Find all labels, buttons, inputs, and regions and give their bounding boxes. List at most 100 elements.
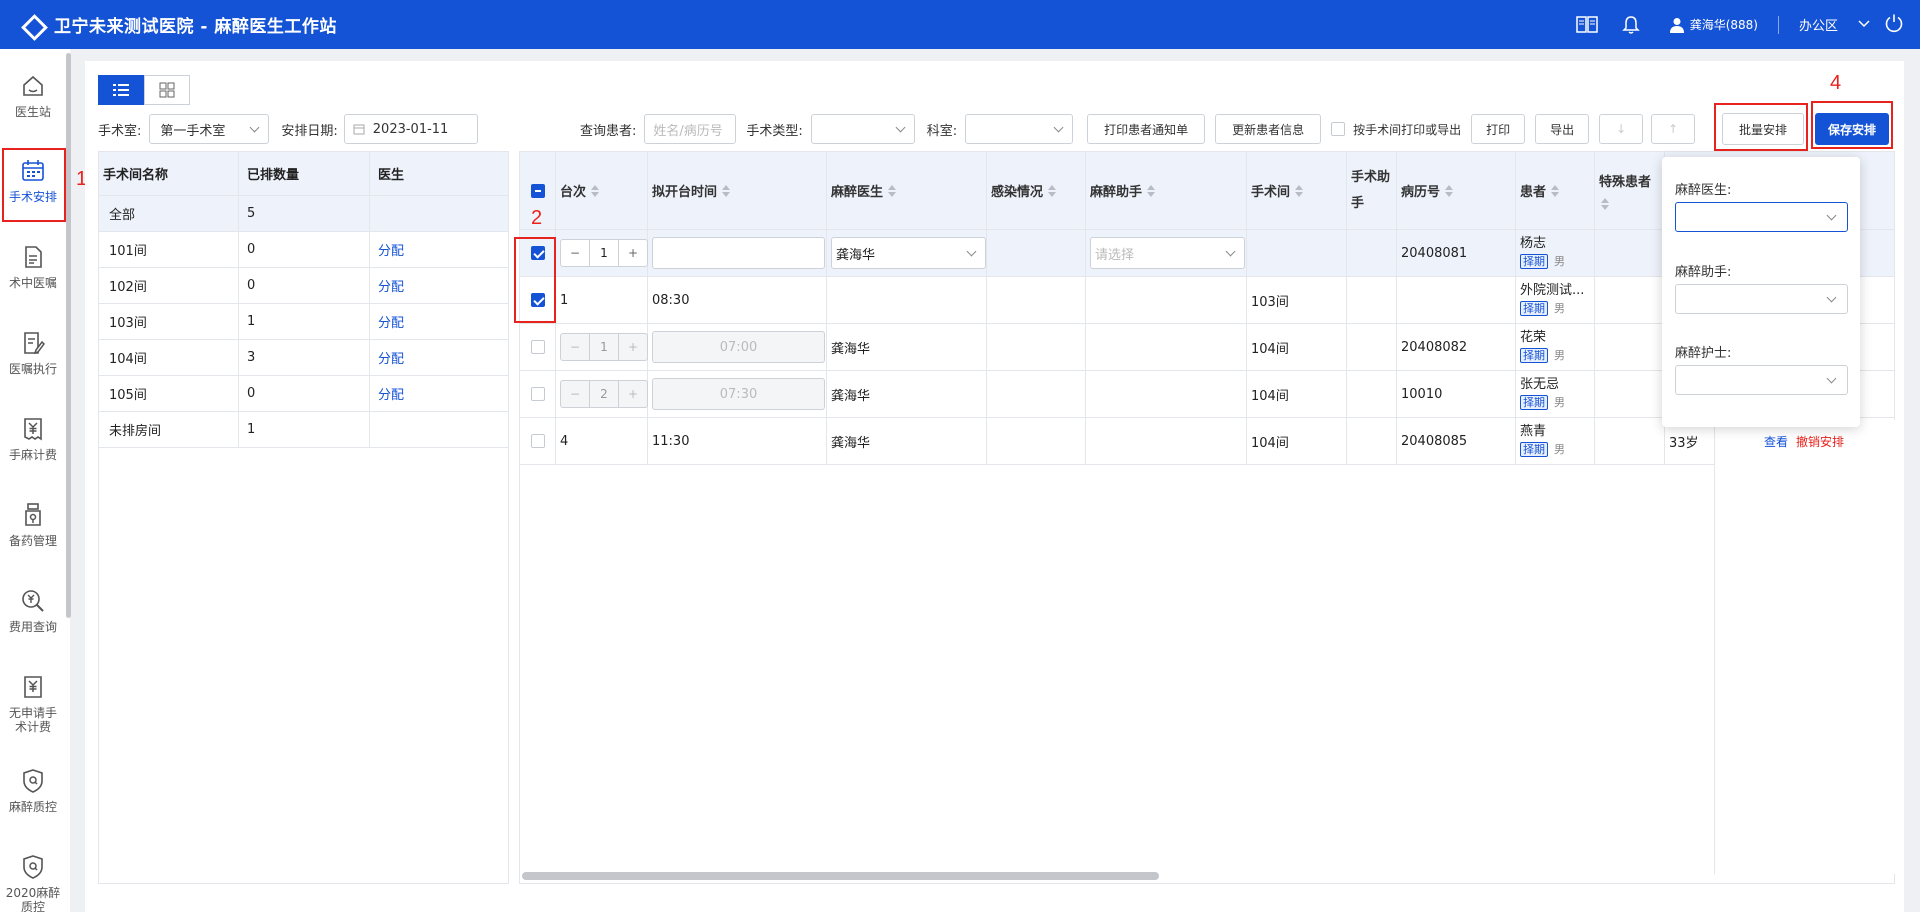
book-icon[interactable] xyxy=(1575,14,1598,36)
room-row[interactable]: 全部 5 xyxy=(99,196,508,232)
annotation-number-2: 2 xyxy=(531,207,543,229)
view-link[interactable]: 查看 xyxy=(1764,433,1788,450)
room-action xyxy=(370,412,508,447)
infection-cell xyxy=(987,277,1086,323)
sort-icon[interactable] xyxy=(1295,184,1304,197)
assign-link[interactable]: 分配 xyxy=(378,276,404,295)
calendar-icon xyxy=(18,156,48,186)
anes-assistant-select[interactable] xyxy=(1675,284,1848,314)
room-row[interactable]: 未排房间 1 xyxy=(99,412,508,448)
anes-doctor-select[interactable] xyxy=(1675,202,1848,232)
row-checkbox[interactable] xyxy=(530,387,545,401)
print-by-room-checkbox[interactable] xyxy=(1331,122,1346,136)
room-row[interactable]: 102间 0 分配 xyxy=(99,268,508,304)
assign-link[interactable]: 分配 xyxy=(378,384,404,403)
room-row[interactable]: 104间 3 分配 xyxy=(99,340,508,376)
sort-icon[interactable] xyxy=(1445,184,1454,197)
col-room[interactable]: 手术间 xyxy=(1247,152,1347,229)
move-up-button[interactable]: ↑ xyxy=(1651,114,1696,144)
col-patient[interactable]: 患者 xyxy=(1516,152,1595,229)
seq-cell: 1 xyxy=(556,277,648,323)
row-checkbox[interactable] xyxy=(530,434,545,448)
sort-icon[interactable] xyxy=(1048,184,1057,197)
anes-nurse-select[interactable] xyxy=(1675,365,1848,395)
sidebar-item-label: 医生站 xyxy=(14,105,51,119)
chevron-down-icon[interactable] xyxy=(1858,17,1870,32)
col-anes-doctor[interactable]: 麻醉医生 xyxy=(827,152,987,229)
start-time-input[interactable] xyxy=(652,237,825,269)
col-room-name: 手术间名称 xyxy=(99,152,239,195)
col-special[interactable]: 特殊患者 xyxy=(1595,152,1665,229)
room-row[interactable]: 103间 1 分配 xyxy=(99,304,508,340)
sort-icon[interactable] xyxy=(888,184,897,197)
grid-view-button[interactable] xyxy=(144,75,190,105)
sidebar-item-label: 术中医嘱 xyxy=(8,276,57,290)
sidebar-item-anesthesia-qc[interactable]: 麻醉质控 xyxy=(0,766,66,814)
power-icon[interactable] xyxy=(1884,13,1904,37)
row-checkbox[interactable] xyxy=(530,340,545,354)
assign-link[interactable]: 分配 xyxy=(378,348,404,367)
gender: 男 xyxy=(1554,396,1565,409)
list-view-button[interactable] xyxy=(98,75,144,105)
sort-icon[interactable] xyxy=(722,184,731,197)
room-row[interactable]: 105间 0 分配 xyxy=(99,376,508,412)
update-patient-button[interactable]: 更新患者信息 xyxy=(1215,114,1322,144)
plus-icon[interactable]: + xyxy=(619,240,647,266)
sort-icon[interactable] xyxy=(1551,184,1560,197)
anes-doctor-select[interactable]: 龚海华 xyxy=(831,237,986,269)
save-schedule-button[interactable]: 保存安排 xyxy=(1815,113,1889,145)
room-cell: 104间 xyxy=(1247,324,1347,370)
sidebar-item-doctor-station[interactable]: 医生站 xyxy=(0,71,66,119)
gender: 男 xyxy=(1554,255,1565,268)
department-select[interactable] xyxy=(965,114,1074,144)
sort-icon[interactable] xyxy=(591,184,600,197)
seq-stepper[interactable]: −1 + xyxy=(560,239,648,267)
sidebar-item-anesthesia-qc-2020[interactable]: 2020麻醉质控 xyxy=(0,852,66,912)
patient-name: 花荣 xyxy=(1520,330,1547,345)
cancel-schedule-link[interactable]: 撤销安排 xyxy=(1796,433,1844,450)
sort-icon[interactable] xyxy=(1601,198,1609,210)
col-op-assistant[interactable]: 手术助手 xyxy=(1347,152,1397,229)
anes-assistant-select[interactable]: 请选择 xyxy=(1090,237,1245,269)
room-name: 102间 xyxy=(99,268,239,303)
col-record-no[interactable]: 病历号 xyxy=(1397,152,1516,229)
print-button[interactable]: 打印 xyxy=(1471,114,1526,144)
horizontal-scrollbar[interactable] xyxy=(522,872,1159,880)
sidebar-item-anesthesia-billing[interactable]: 手麻计费 xyxy=(0,414,66,462)
sidebar-scrollbar[interactable] xyxy=(66,53,71,618)
user-menu[interactable]: 龚海华(888) xyxy=(1669,16,1758,33)
infection-cell xyxy=(987,418,1086,464)
print-notice-button[interactable]: 打印患者通知单 xyxy=(1087,114,1206,144)
move-down-button[interactable]: ↓ xyxy=(1599,114,1644,144)
top-header: 卫宁未来测试医院 - 麻醉医生工作站 龚海华(888) 办公区 xyxy=(0,0,1920,49)
sidebar-item-medicine-prep[interactable]: 备药管理 xyxy=(0,500,66,548)
bell-icon[interactable] xyxy=(1620,14,1642,36)
special-cell xyxy=(1595,371,1665,417)
room-cell: 104间 xyxy=(1247,371,1347,417)
row-checkbox[interactable] xyxy=(530,293,545,307)
col-seq[interactable]: 台次 xyxy=(556,152,648,229)
export-button[interactable]: 导出 xyxy=(1535,114,1590,144)
surgery-type-select[interactable] xyxy=(810,114,915,144)
sort-icon[interactable] xyxy=(1147,184,1156,197)
minus-icon[interactable]: − xyxy=(561,240,589,266)
sidebar-item-surgery-schedule[interactable]: 手术安排 xyxy=(0,156,66,204)
sidebar-item-order-execution[interactable]: 医嘱执行 xyxy=(0,328,66,376)
batch-schedule-button[interactable]: 批量安排 xyxy=(1722,113,1804,145)
col-start-time[interactable]: 拟开台时间 xyxy=(648,152,827,229)
sidebar-item-no-request-billing[interactable]: 无申请手术计费 xyxy=(0,672,66,734)
room-select[interactable]: 第一手术室 xyxy=(149,114,270,144)
sidebar-item-cost-query[interactable]: 费用查询 xyxy=(0,586,66,634)
office-selector[interactable]: 办公区 xyxy=(1799,15,1838,34)
col-infection[interactable]: 感染情况 xyxy=(987,152,1086,229)
date-picker[interactable]: 2023-01-11 xyxy=(343,114,478,144)
row-checkbox[interactable] xyxy=(530,246,545,260)
sidebar-item-intraop-orders[interactable]: 术中医嘱 xyxy=(0,242,66,290)
assign-link[interactable]: 分配 xyxy=(378,312,404,331)
patient-search-input[interactable]: 姓名/病历号 xyxy=(644,114,737,144)
room-row[interactable]: 101间 0 分配 xyxy=(99,232,508,268)
department-label: 科室: xyxy=(926,123,958,139)
col-anes-assistant[interactable]: 麻醉助手 xyxy=(1086,152,1247,229)
assign-link[interactable]: 分配 xyxy=(378,240,404,259)
select-all-checkbox[interactable] xyxy=(530,183,545,198)
